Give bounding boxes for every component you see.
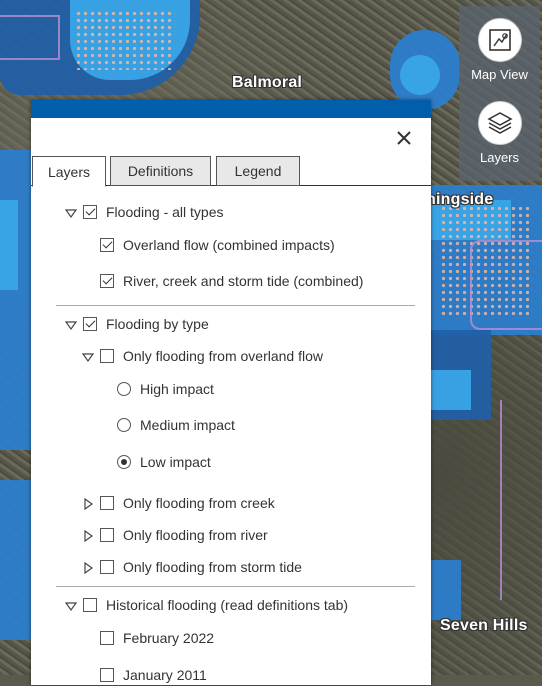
flood-hatch [75, 10, 175, 70]
layer-checkbox[interactable] [100, 238, 114, 252]
radio-button[interactable] [117, 455, 131, 469]
layer-checkbox[interactable] [100, 668, 114, 682]
place-label-seven-hills: Seven Hills [440, 617, 528, 634]
flood-area [0, 150, 32, 450]
boundary-line [470, 240, 542, 330]
flood-area [0, 480, 32, 640]
layers-button[interactable]: Layers [459, 101, 540, 165]
layer-label: Flooding - all types [106, 204, 224, 220]
impact-label: Low impact [140, 454, 211, 470]
layer-label: River, creek and storm tide (combined) [123, 273, 364, 289]
layer-group-historical: Historical flooding (read definitions ta… [64, 594, 349, 616]
chevron-right-icon[interactable] [82, 497, 94, 511]
close-icon[interactable] [393, 127, 415, 149]
layer-checkbox[interactable] [100, 496, 114, 510]
layer-checkbox[interactable] [100, 560, 114, 574]
flood-area [400, 55, 440, 95]
chevron-right-icon[interactable] [82, 561, 94, 575]
flood-area [431, 370, 471, 410]
panel-header-bar [31, 100, 431, 118]
layer-group-river: Only flooding from river [82, 524, 268, 546]
chevron-right-icon[interactable] [82, 529, 94, 543]
layer-checkbox[interactable] [83, 598, 97, 612]
layers-label: Layers [479, 150, 520, 165]
layer-label: Only flooding from storm tide [123, 559, 302, 575]
layer-group-storm-tide: Only flooding from storm tide [82, 556, 302, 578]
layer-group-overland: Only flooding from overland flow [81, 345, 323, 367]
layer-label: Only flooding from overland flow [123, 348, 323, 364]
layer-list-panel: Layers Definitions Legend Flooding - all… [31, 100, 431, 685]
layer-checkbox[interactable] [100, 631, 114, 645]
layer-group-creek: Only flooding from creek [82, 492, 275, 514]
map-view-icon [477, 18, 522, 62]
layer-item-river-creek-storm: River, creek and storm tide (combined) [100, 270, 363, 292]
layer-checkbox[interactable] [83, 317, 97, 331]
tab-bar: Layers Definitions Legend [31, 156, 431, 187]
tab-layers[interactable]: Layers [32, 156, 106, 187]
impact-option-low: Low impact [117, 451, 211, 473]
layer-group-by-type: Flooding by type [64, 313, 209, 335]
divider [56, 586, 415, 587]
layer-item-feb-2022: February 2022 [100, 627, 214, 649]
tab-legend[interactable]: Legend [216, 156, 300, 186]
place-label-balmoral: Balmoral [232, 74, 303, 91]
impact-label: Medium impact [140, 417, 235, 433]
impact-option-medium: Medium impact [117, 414, 235, 436]
map-view-button[interactable]: Map View [459, 18, 540, 82]
chevron-down-icon[interactable] [64, 206, 78, 219]
radio-button[interactable] [117, 382, 131, 396]
layer-label: January 2011 [123, 667, 207, 683]
flood-area [431, 560, 461, 620]
layer-checkbox[interactable] [100, 349, 114, 363]
chevron-down-icon[interactable] [64, 599, 78, 612]
map-tools: Map View Layers [459, 6, 540, 181]
radio-button[interactable] [117, 418, 131, 432]
tab-definitions[interactable]: Definitions [110, 156, 211, 186]
boundary-line [500, 400, 542, 600]
impact-option-high: High impact [117, 378, 214, 400]
layer-label: February 2022 [123, 630, 215, 646]
layer-checkbox[interactable] [83, 205, 97, 219]
map-view-label: Map View [471, 67, 528, 82]
divider [56, 305, 415, 306]
chevron-down-icon[interactable] [81, 350, 95, 363]
flood-area [0, 200, 18, 290]
layer-label: Historical flooding (read definitions ta… [106, 597, 349, 613]
layer-label: Only flooding from river [123, 527, 268, 543]
impact-label: High impact [140, 381, 214, 397]
layer-item-jan-2011: January 2011 [100, 664, 207, 686]
boundary-line [0, 15, 60, 60]
layer-item-overland-combined: Overland flow (combined impacts) [100, 234, 335, 256]
layer-label: Flooding by type [106, 316, 209, 332]
layer-checkbox[interactable] [100, 274, 114, 288]
layer-label: Overland flow (combined impacts) [123, 237, 335, 253]
chevron-down-icon[interactable] [64, 318, 78, 331]
layer-label: Only flooding from creek [123, 495, 275, 511]
layer-checkbox[interactable] [100, 528, 114, 542]
layers-icon [477, 101, 522, 145]
place-label-morningside: ningside [426, 191, 494, 208]
layer-group-all-types: Flooding - all types [64, 201, 224, 223]
